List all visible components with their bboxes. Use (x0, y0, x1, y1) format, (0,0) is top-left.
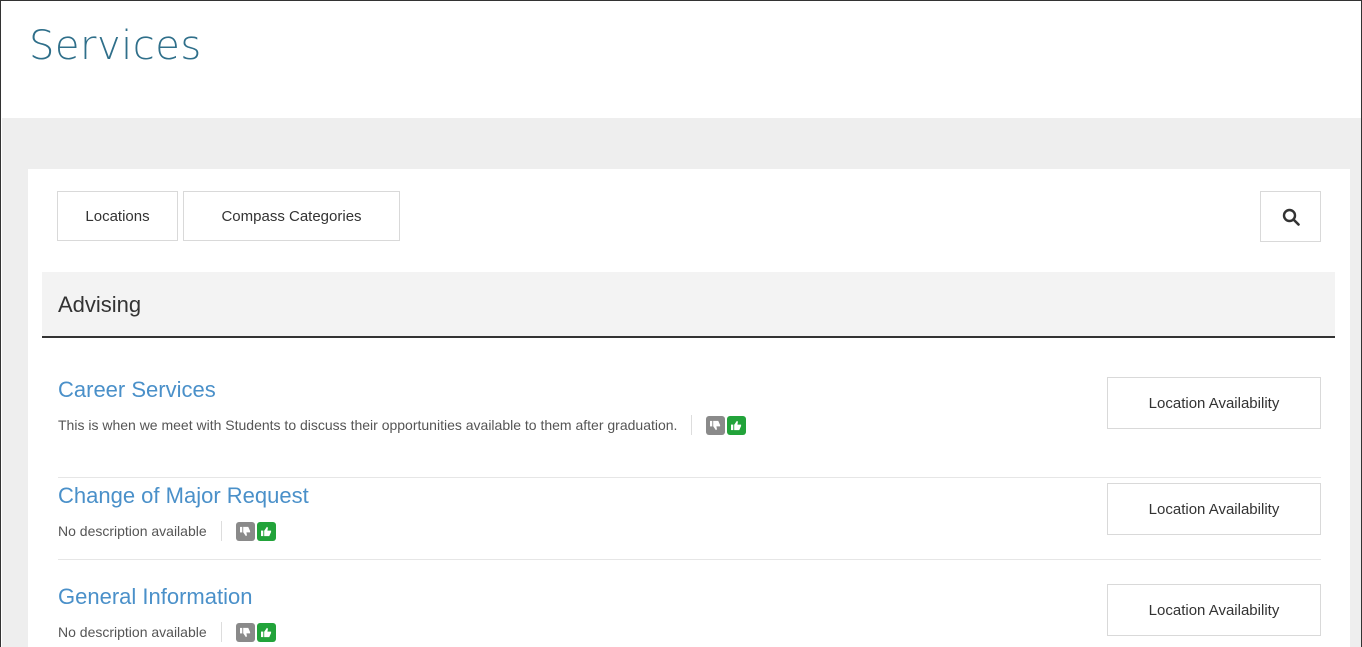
service-description-line: No description available (58, 622, 276, 642)
thumbs-up-icon (731, 420, 742, 430)
thumbs-up-button[interactable] (256, 521, 276, 541)
service-item: General Information No description avail… (58, 584, 1321, 647)
location-availability-button[interactable]: Location Availability (1107, 377, 1321, 429)
app-frame: Services Locations Compass Categories Ad… (0, 0, 1362, 647)
thumbs-down-button[interactable] (235, 622, 255, 642)
search-icon (1282, 208, 1300, 226)
tab-locations[interactable]: Locations (57, 191, 178, 241)
section-header: Advising (42, 272, 1335, 338)
thumbs-up-icon (260, 526, 271, 536)
service-description: No description available (58, 523, 207, 539)
thumbs-down-icon (239, 627, 250, 637)
thumbs-up-icon (260, 627, 271, 637)
thumbs-down-icon (239, 526, 250, 536)
search-button[interactable] (1260, 191, 1321, 242)
thumbs-down-button[interactable] (235, 521, 255, 541)
divider (691, 415, 693, 435)
vote-buttons (235, 622, 276, 642)
services-panel: Locations Compass Categories Advising Ca… (28, 169, 1350, 647)
thumbs-up-button[interactable] (256, 622, 276, 642)
thumbs-down-button[interactable] (706, 415, 726, 435)
section-title: Advising (58, 292, 142, 317)
service-item: Change of Major Request No description a… (58, 483, 1321, 560)
service-description: This is when we meet with Students to di… (58, 417, 678, 433)
service-name-link[interactable]: Career Services (58, 377, 216, 403)
thumbs-down-icon (710, 420, 721, 430)
thumbs-up-button[interactable] (727, 415, 747, 435)
divider (220, 521, 222, 541)
page-title: Services (29, 23, 202, 69)
divider (220, 622, 222, 642)
location-availability-button[interactable]: Location Availability (1107, 584, 1321, 636)
service-description-line: This is when we meet with Students to di… (58, 415, 747, 435)
vote-buttons (706, 415, 747, 435)
service-name-link[interactable]: General Information (58, 584, 252, 610)
service-item: Career Services This is when we meet wit… (58, 377, 1321, 478)
location-availability-button[interactable]: Location Availability (1107, 483, 1321, 535)
service-description: No description available (58, 624, 207, 640)
service-name-link[interactable]: Change of Major Request (58, 483, 309, 509)
tab-compass-categories[interactable]: Compass Categories (183, 191, 400, 241)
service-description-line: No description available (58, 521, 276, 541)
vote-buttons (235, 521, 276, 541)
